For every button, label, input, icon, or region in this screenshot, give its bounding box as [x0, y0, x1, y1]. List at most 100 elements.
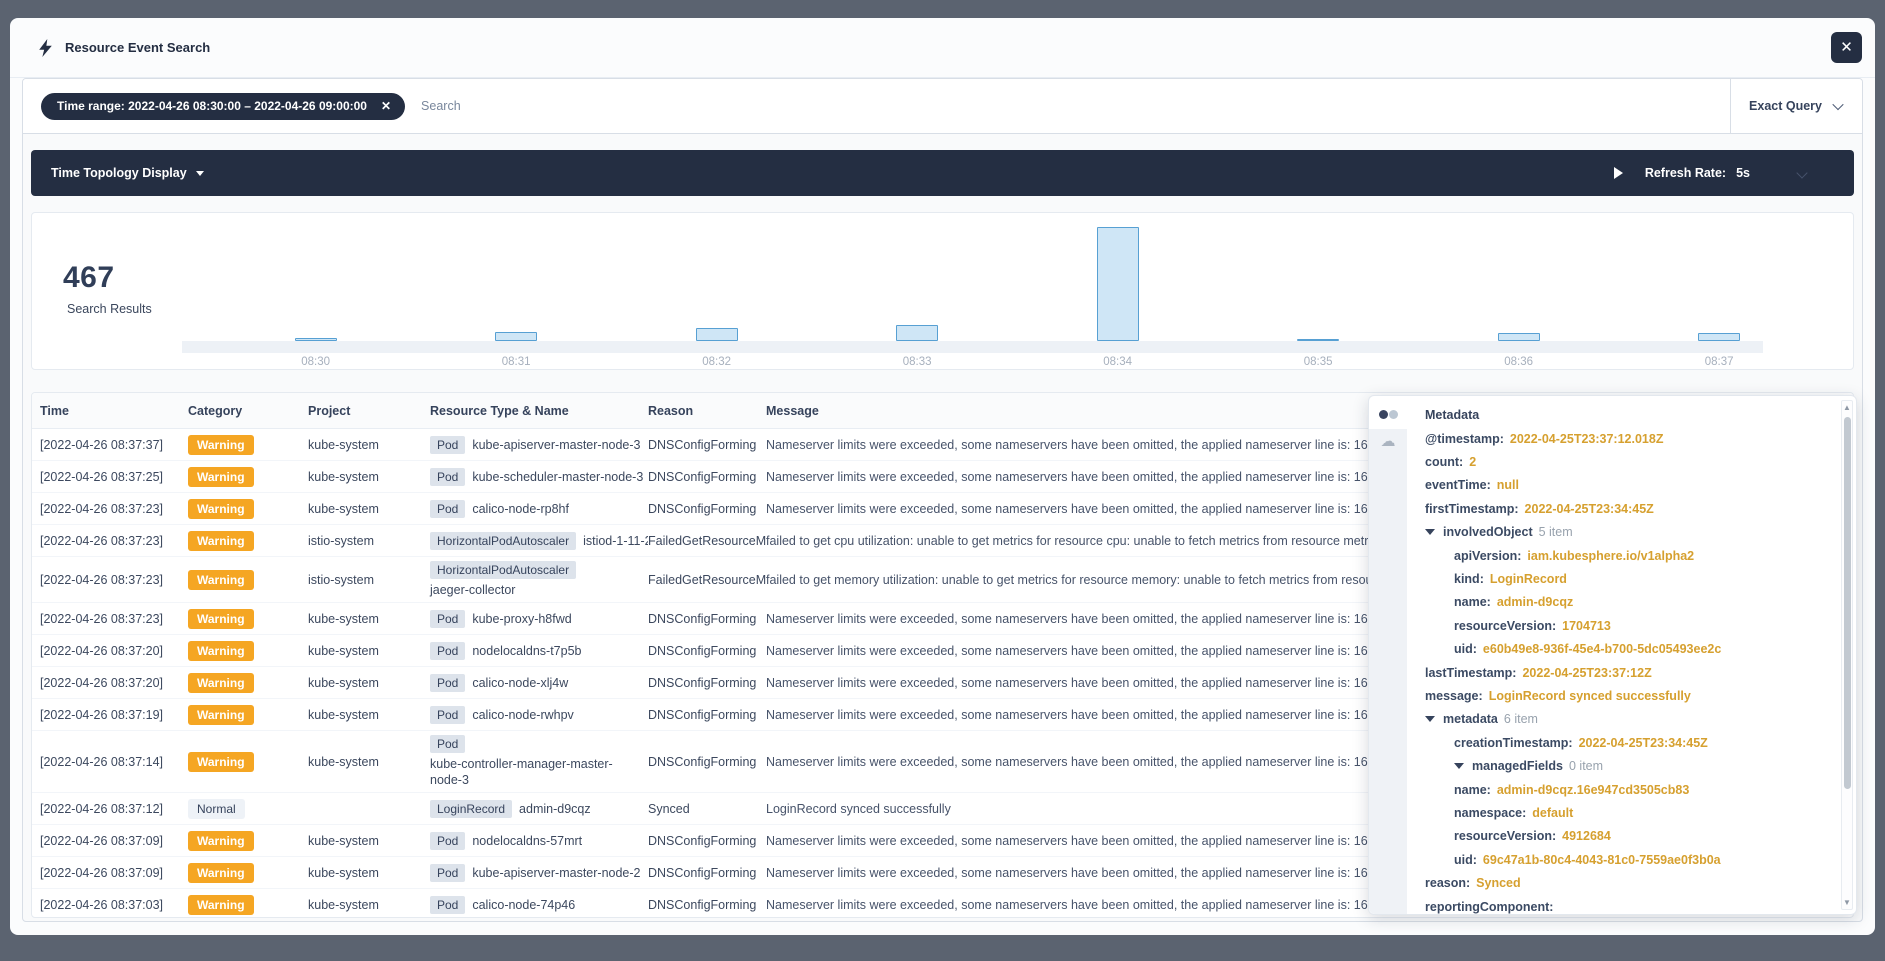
topology-display-label: Time Topology Display	[51, 166, 187, 180]
event-reason: DNSConfigForming	[648, 898, 766, 912]
category-badge: Warning	[188, 531, 254, 551]
event-time: [2022-04-26 08:37:20]	[40, 644, 188, 658]
event-reason: DNSConfigForming	[648, 438, 766, 452]
resource-kind-chip: Pod	[430, 468, 465, 486]
topology-display-dropdown[interactable]: Time Topology Display	[51, 166, 204, 180]
category-badge: Warning	[188, 863, 254, 883]
event-time: [2022-04-26 08:37:19]	[40, 708, 188, 722]
column-header-project: Project	[308, 404, 430, 418]
category-badge: Warning	[188, 499, 254, 519]
close-icon[interactable]: ✕	[1831, 32, 1862, 63]
query-mode-label: Exact Query	[1749, 99, 1822, 113]
search-input[interactable]	[421, 99, 1730, 113]
resource-kind-chip: Pod	[430, 706, 465, 724]
resource-kind-chip: Pod	[430, 832, 465, 850]
collapse-caret-icon[interactable]	[1425, 529, 1435, 535]
remove-filter-icon[interactable]: ✕	[381, 99, 391, 113]
detail-scrollbar[interactable]: ▲ ▼	[1841, 400, 1853, 910]
event-project: kube-system	[308, 708, 430, 722]
scrollbar-thumb[interactable]	[1844, 417, 1851, 789]
metadata-row: namespace:default	[1425, 801, 1840, 824]
metadata-value: 4912684	[1562, 829, 1611, 843]
resource-type-and-name: HorizontalPodAutoscalerjaeger-collector	[430, 557, 648, 602]
chart-toolbar: Time Topology Display Refresh Rate: 5s	[31, 150, 1854, 196]
metadata-key: creationTimestamp:	[1454, 736, 1573, 750]
metadata-key: apiVersion:	[1454, 549, 1521, 563]
metadata-row: uid:e60b49e8-936f-45e4-b700-5dc05493ee2c	[1425, 638, 1840, 661]
key-value-view-icon[interactable]	[1369, 406, 1407, 424]
resource-kind-chip: HorizontalPodAutoscaler	[430, 532, 576, 550]
metadata-key: count:	[1425, 455, 1463, 469]
resource-name: jaeger-collector	[430, 582, 630, 598]
resource-name: istiod-1-11-2	[583, 534, 648, 548]
metadata-value: 69c47a1b-80c4-4043-81c0-7559ae0f3b0a	[1483, 853, 1721, 867]
collapse-caret-icon[interactable]	[1425, 716, 1435, 722]
histogram-bar[interactable]	[295, 338, 337, 341]
x-tick-label: 08:32	[702, 356, 731, 368]
metadata-value: 2022-04-25T23:34:45Z	[1579, 736, 1708, 750]
category-badge: Warning	[188, 467, 254, 487]
play-icon[interactable]	[1614, 167, 1623, 179]
event-time: [2022-04-26 08:37:25]	[40, 470, 188, 484]
metadata-row: managedFields0 item	[1425, 754, 1840, 777]
histogram-bar[interactable]	[1698, 333, 1740, 341]
metadata-key: reason:	[1425, 876, 1470, 890]
resource-name: kube-proxy-h8fwd	[472, 612, 571, 626]
metadata-row: name:admin-d9cqz.16e947cd3505cb83	[1425, 778, 1840, 801]
refresh-rate-chevron-icon[interactable]	[1796, 167, 1807, 178]
event-project: kube-system	[308, 898, 430, 912]
metadata-row: eventTime:null	[1425, 474, 1840, 497]
metadata-row: message:LoginRecord synced successfully	[1425, 684, 1840, 707]
event-reason: DNSConfigForming	[648, 644, 766, 658]
resource-name: calico-node-rp8hf	[472, 502, 569, 516]
query-mode-dropdown[interactable]: Exact Query	[1730, 79, 1862, 133]
metadata-row: @timestamp:2022-04-25T23:37:12.018Z	[1425, 427, 1840, 450]
resource-kind-chip: Pod	[430, 735, 465, 753]
time-range-filter-chip[interactable]: Time range: 2022-04-26 08:30:00 – 2022-0…	[41, 93, 405, 120]
event-project: kube-system	[308, 676, 430, 690]
metadata-value: 2022-04-25T23:34:45Z	[1525, 502, 1654, 516]
scroll-down-icon[interactable]: ▼	[1842, 898, 1852, 907]
histogram-bar[interactable]	[1498, 333, 1540, 341]
histogram-bar[interactable]	[896, 325, 938, 342]
event-project: kube-system	[308, 755, 430, 769]
resource-name: calico-node-74p46	[472, 898, 575, 912]
event-category: Warning	[188, 641, 308, 661]
metadata-row: name:admin-d9cqz	[1425, 591, 1840, 614]
metadata-key: managedFields	[1472, 759, 1563, 773]
event-project: kube-system	[308, 866, 430, 880]
histogram-plot: 08:3008:3108:3208:3308:3408:3508:3608:37	[182, 213, 1763, 369]
metadata-key: involvedObject	[1443, 525, 1533, 539]
metadata-value: Synced	[1476, 876, 1520, 890]
refresh-rate-label: Refresh Rate:	[1645, 166, 1726, 180]
scroll-up-icon[interactable]: ▲	[1842, 403, 1852, 412]
x-tick-label: 08:37	[1705, 356, 1734, 368]
metadata-item-count: 6 item	[1504, 712, 1538, 726]
event-reason: DNSConfigForming	[648, 834, 766, 848]
metadata-value: default	[1532, 806, 1573, 820]
metadata-key: metadata	[1443, 712, 1498, 726]
histogram-bar[interactable]	[495, 332, 537, 341]
collapse-caret-icon[interactable]	[1454, 763, 1464, 769]
x-tick-label: 08:34	[1103, 356, 1132, 368]
column-header-reason: Reason	[648, 404, 766, 418]
histogram-bar[interactable]	[1097, 227, 1139, 341]
metadata-row: firstTimestamp:2022-04-25T23:34:45Z	[1425, 497, 1840, 520]
refresh-rate-value: 5s	[1736, 166, 1750, 180]
category-badge: Warning	[188, 752, 254, 772]
histogram-bar[interactable]	[696, 328, 738, 342]
metadata-item-count: 5 item	[1539, 525, 1573, 539]
event-category: Warning	[188, 831, 308, 851]
category-badge: Warning	[188, 570, 254, 590]
event-category: Warning	[188, 673, 308, 693]
event-project: istio-system	[308, 573, 430, 587]
cloud-icon[interactable]: ☁	[1369, 432, 1407, 450]
event-category: Normal	[188, 799, 308, 819]
category-badge: Normal	[188, 799, 245, 819]
resource-type-and-name: Podnodelocaldns-t7p5b	[430, 642, 648, 660]
resource-name: kube-apiserver-master-node-3	[472, 438, 640, 452]
metadata-key: @timestamp:	[1425, 432, 1504, 446]
event-time: [2022-04-26 08:37:03]	[40, 898, 188, 912]
resource-type-and-name: Podkube-proxy-h8fwd	[430, 610, 648, 628]
metadata-row: kind:LoginRecord	[1425, 567, 1840, 590]
